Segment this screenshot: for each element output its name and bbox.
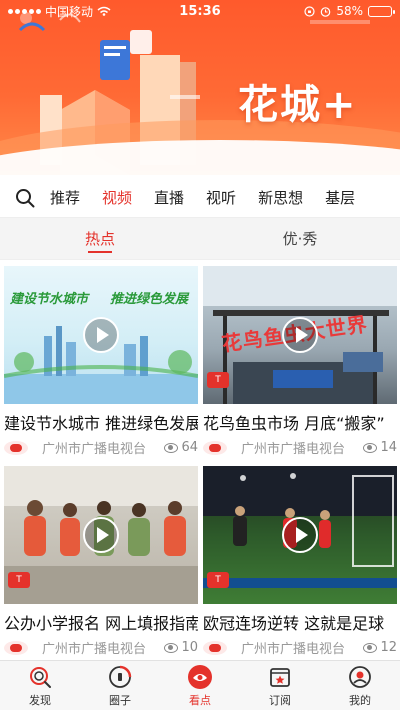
circle-icon [107,664,133,690]
video-thumbnail[interactable]: 建设节水城市 推进绿色发展 [4,266,198,404]
category-tab[interactable]: 视频 [102,187,132,208]
category-tab[interactable]: 新思想 [258,187,303,208]
tab-circle[interactable]: 圈子 [80,661,160,710]
view-count-value: 12 [380,640,397,655]
sub-tab-bar: 热点 优·秀 [0,218,400,260]
category-tab[interactable]: 视听 [206,187,236,208]
eye-icon [164,442,179,453]
tab-label: 发现 [29,693,51,707]
video-meta: 广州市广播电视台 10 [4,638,198,657]
eye-icon [363,642,378,653]
video-thumbnail[interactable]: T [203,466,397,604]
video-title[interactable]: 建设节水城市 推进绿色发展 [4,410,198,434]
video-source: 广州市广播电视台 [241,442,346,457]
tab-subscribe[interactable]: 订阅 [240,661,320,710]
source-logo-icon [4,640,28,655]
video-title[interactable]: 欧冠连场逆转 这就是足球 [203,610,397,634]
video-card[interactable]: 建设节水城市 推进绿色发展 建设节水城市 推进绿色发展 广州市广播电视台 64 [4,266,198,457]
view-count-value: 64 [181,440,198,455]
video-grid: 建设节水城市 推进绿色发展 建设节水城市 推进绿色发展 广州市广播电视台 64 [0,262,400,660]
video-source: 广州市广播电视台 [42,642,147,657]
view-count: 12 [363,640,397,655]
channel-logo-icon: T [207,572,229,588]
play-icon[interactable] [83,317,119,353]
video-meta: 广州市广播电视台 64 [4,438,198,457]
video-thumbnail[interactable]: T [4,466,198,604]
video-thumbnail[interactable]: 花鸟鱼虫大世界 T [203,266,397,404]
play-icon[interactable] [282,517,318,553]
category-tab[interactable]: 基层 [325,187,355,208]
video-meta: 广州市广播电视台 14 [203,438,397,457]
status-bar: 中国移动 15:36 58% [0,0,400,22]
video-card[interactable]: T 欧冠连场逆转 这就是足球 广州市广播电视台 12 [203,466,397,657]
source-logo-icon [203,640,227,655]
battery-icon [368,5,395,17]
bottom-tab-bar: 发现 圈子 看点 订阅 我的 [0,660,400,710]
star-box-icon [267,664,293,690]
thumb-caption-right: 推进绿色发展 [110,292,189,307]
view-count: 10 [164,640,198,655]
view-count-value: 10 [181,640,198,655]
tab-label: 我的 [349,693,371,707]
tab-hot[interactable]: 热点 [0,218,200,259]
tab-label: 圈子 [109,693,131,707]
video-source: 广州市广播电视台 [241,642,346,657]
video-title[interactable]: 公办小学报名 网上填报指南 [4,610,198,634]
video-source: 广州市广播电视台 [42,442,147,457]
search-icon [27,664,53,690]
view-count: 64 [164,440,198,455]
video-card[interactable]: T 公办小学报名 网上填报指南 广州市广播电视台 10 [4,466,198,657]
tab-me[interactable]: 我的 [320,661,400,710]
view-count-value: 14 [380,440,397,455]
clock: 15:36 [179,3,221,19]
play-icon[interactable] [282,317,318,353]
channel-logo-icon: T [207,372,229,388]
eye-icon [363,442,378,453]
category-tab[interactable]: 推荐 [50,187,80,208]
app-screen: 中国移动 15:36 58% 花城+ 推荐 视频 直播 视听 新思想 基层 热点 优·秀 [0,0,400,710]
channel-logo-icon: T [8,572,30,588]
source-logo-icon [203,440,227,455]
search-button[interactable] [0,178,50,218]
tab-discover[interactable]: 发现 [0,661,80,710]
tab-label: 看点 [189,693,211,707]
tab-excellent[interactable]: 优·秀 [200,218,400,259]
source-logo-icon [4,440,28,455]
thumb-caption-left: 建设节水城市 [10,292,89,307]
category-bar: 推荐 视频 直播 视听 新思想 基层 [0,178,400,218]
play-icon[interactable] [83,517,119,553]
search-icon [16,188,35,207]
view-count: 14 [363,440,397,455]
tab-label: 订阅 [269,693,291,707]
category-tab[interactable]: 直播 [154,187,184,208]
video-title[interactable]: 花鸟鱼虫市场 月底“搬家” [203,410,397,434]
eye-play-icon [187,664,213,690]
header-banner: 中国移动 15:36 58% 花城+ [0,0,400,175]
video-meta: 广州市广播电视台 12 [203,638,397,657]
eye-icon [164,642,179,653]
category-tabs: 推荐 视频 直播 视听 新思想 基层 [50,187,377,208]
user-icon [347,664,373,690]
video-card[interactable]: 花鸟鱼虫大世界 T 花鸟鱼虫市场 月底“搬家” 广州市广播电视台 14 [203,266,397,457]
tab-highlights[interactable]: 看点 [160,661,240,710]
brand-logo: 花城+ [238,82,358,128]
